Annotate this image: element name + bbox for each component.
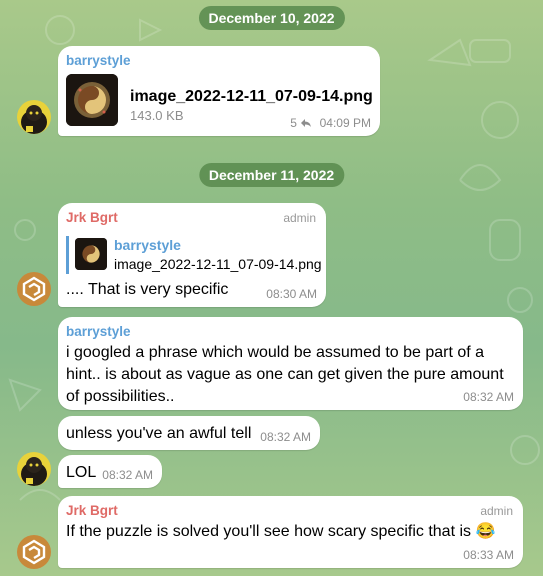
message-text: i googled a phrase which would be assume… (66, 344, 504, 405)
sender-name[interactable]: Jrk Bgrt (66, 503, 515, 518)
date-separator: December 11, 2022 (198, 163, 345, 187)
reply-text: image_2022-12-11_07-09-14.png (114, 256, 322, 272)
sender-name[interactable]: barrystyle (66, 53, 372, 68)
file-thumbnail[interactable] (66, 74, 118, 126)
avatar-barrystyle[interactable] (17, 100, 51, 134)
reply-sender: barrystyle (114, 237, 181, 253)
sender-name[interactable]: barrystyle (66, 324, 515, 339)
message-time: 08:33 AM (463, 548, 514, 562)
message-file[interactable]: barrystyle image_2022-12-11_07-09-14.png… (58, 46, 380, 136)
file-size: 143.0 KB (130, 108, 184, 123)
gorilla-avatar-icon (17, 100, 51, 134)
message-text: LOL (66, 464, 97, 481)
file-name[interactable]: image_2022-12-11_07-09-14.png (130, 88, 373, 106)
reply-arrow-icon[interactable] (300, 118, 312, 128)
avatar-jrk-bgrt[interactable] (17, 272, 51, 306)
date-separator: December 10, 2022 (198, 6, 345, 30)
reply-count[interactable]: 5 (290, 116, 297, 130)
message-text: If the puzzle is solved you'll see how s… (66, 523, 496, 540)
cube-logo-avatar-icon (17, 272, 51, 306)
message-text-bubble[interactable]: unless you've an awful tell 08:32 AM (58, 416, 320, 450)
cube-logo-avatar-icon (17, 535, 51, 569)
message-time: 04:09 PM (319, 116, 371, 130)
message-time: 08:32 AM (260, 430, 311, 444)
message-text-bubble[interactable]: Jrk Bgrt admin If the puzzle is solved y… (58, 496, 523, 568)
message-text-bubble[interactable]: barrystyle i googled a phrase which woul… (58, 317, 523, 410)
sender-name[interactable]: Jrk Bgrt (66, 210, 318, 225)
avatar-barrystyle[interactable] (17, 452, 51, 486)
message-meta: 5 04:09 PM (290, 116, 371, 130)
gorilla-avatar-icon (17, 452, 51, 486)
message-time: 08:32 AM (463, 390, 514, 404)
reply-preview[interactable]: barrystyle image_2022-12-11_07-09-14.png (66, 236, 322, 274)
reply-thumbnail (75, 238, 107, 270)
message-time: 08:32 AM (102, 468, 153, 482)
message-text: unless you've an awful tell (66, 425, 252, 442)
admin-badge: admin (480, 504, 513, 518)
avatar-jrk-bgrt[interactable] (17, 535, 51, 569)
admin-badge: admin (283, 211, 316, 225)
message-text: .... That is very specific (66, 281, 229, 298)
message-text-bubble[interactable]: LOL 08:32 AM (58, 455, 162, 488)
message-time: 08:30 AM (266, 287, 317, 301)
yin-yang-image-icon (66, 74, 118, 126)
yin-yang-image-icon (75, 238, 107, 270)
message-reply[interactable]: Jrk Bgrt admin barrystyle image_2022-12-… (58, 203, 326, 307)
